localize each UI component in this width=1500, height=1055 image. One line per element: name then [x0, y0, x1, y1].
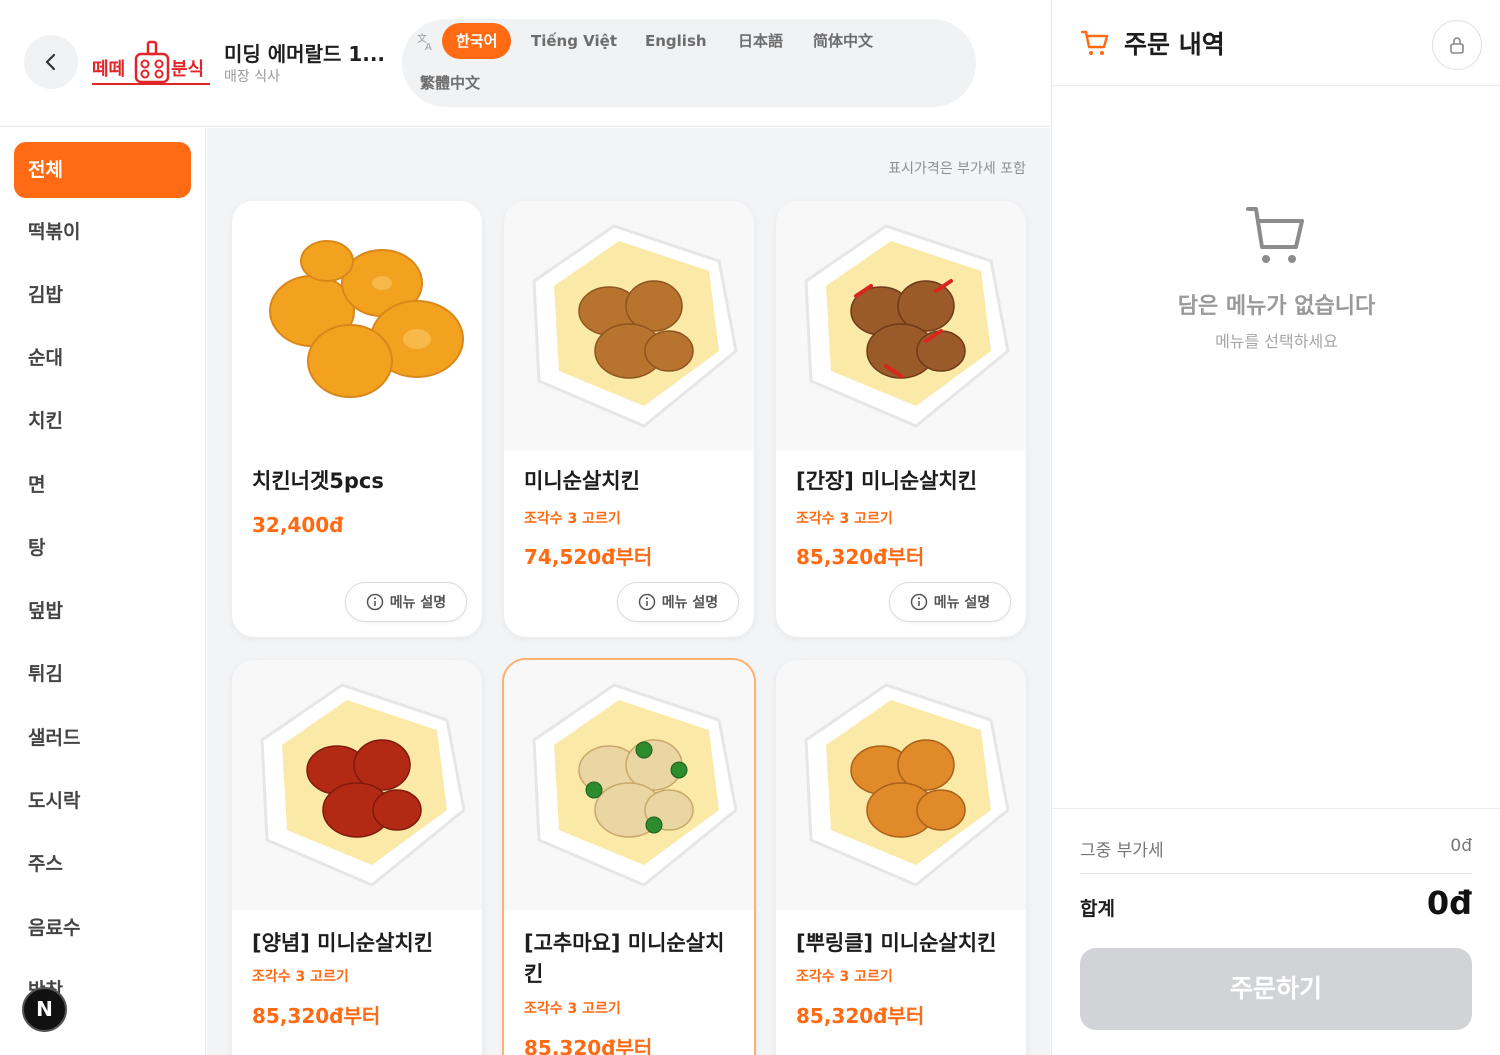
menu-card[interactable]: 치킨너겟5pcs 32,400đ 메뉴 설명: [232, 201, 482, 637]
store-name: 미딩 에머랄드 1...: [224, 42, 386, 66]
category-noodles[interactable]: 면: [14, 457, 191, 513]
back-button[interactable]: [24, 35, 78, 89]
top-header: 떼떼 분식 미딩 에머랄드 1... 매장 식사 文 A 한국어 Tiếng V…: [0, 0, 1050, 127]
menu-description-label: 메뉴 설명: [389, 595, 447, 611]
svg-text:떼떼: 떼떼: [92, 59, 125, 80]
lang-simplified-chinese[interactable]: 简体中文: [799, 23, 887, 59]
floating-nav-button[interactable]: N: [22, 987, 67, 1032]
chicken-nuggets-image: [232, 201, 482, 451]
fried-chicken-seasoned-image: [776, 660, 1026, 910]
empty-cart-subtitle: 메뉴를 선택하세요: [1215, 332, 1338, 351]
menu-item-option: 조각수 3 고르기: [524, 511, 621, 527]
menu-description-label: 메뉴 설명: [661, 595, 719, 611]
order-panel: 주문 내역 담은 메뉴가 없습니다 메뉴를 선택하세요 그중 부가세 0đ 합계…: [1051, 0, 1500, 1055]
menu-item-name: [간장] 미니순살치킨: [796, 469, 978, 493]
category-tteokbokki[interactable]: 떡볶이: [14, 204, 191, 260]
menu-description-label: 메뉴 설명: [933, 595, 991, 611]
language-selector: 文 A 한국어 Tiếng Việt English 日本語 简体中文 繁體中文: [402, 19, 976, 107]
fried-chicken-soy-image: [776, 201, 1026, 451]
category-juice[interactable]: 주스: [14, 836, 191, 892]
menu-item-price: 85,320đ부터: [796, 545, 925, 569]
svg-text:분식: 분식: [171, 59, 204, 80]
menu-card[interactable]: [고추마요] 미니순살치킨 조각수 3 고르기 85,320đ부터: [502, 658, 756, 1055]
category-rice-bowl[interactable]: 덮밥: [14, 583, 191, 639]
menu-item-price: 85,320đ부터: [796, 1004, 925, 1028]
category-all[interactable]: 전체: [14, 142, 191, 198]
lock-button[interactable]: [1432, 20, 1482, 70]
lang-korean[interactable]: 한국어: [442, 23, 512, 59]
menu-item-price: 74,520đ부터: [524, 545, 653, 569]
category-chicken[interactable]: 치킨: [14, 393, 191, 449]
order-button[interactable]: 주문하기: [1080, 948, 1472, 1030]
menu-item-name: [양념] 미니순살치킨: [252, 931, 434, 955]
info-icon: [366, 593, 384, 611]
category-lunchbox[interactable]: 도시락: [14, 773, 191, 829]
menu-item-name: 미니순살치킨: [524, 469, 640, 493]
menu-item-name: [고추마요] 미니순살치킨: [524, 931, 725, 986]
menu-card[interactable]: [간장] 미니순살치킨 조각수 3 고르기 85,320đ부터 메뉴 설명: [776, 201, 1026, 637]
menu-item-name: 치킨너겟5pcs: [252, 469, 384, 493]
cart-icon: [1080, 30, 1109, 55]
total-label: 합계: [1080, 898, 1115, 920]
category-soup[interactable]: 탕: [14, 520, 191, 576]
summary-divider: [1080, 873, 1472, 874]
vat-label: 그중 부가세: [1080, 841, 1164, 861]
vat-value: 0đ: [1450, 836, 1472, 856]
order-panel-header: 주문 내역: [1052, 0, 1500, 86]
fried-chicken-mayo-image: [504, 660, 754, 910]
menu-item-price: 85,320đ부터: [524, 1036, 653, 1055]
menu-item-option: 조각수 3 고르기: [796, 511, 893, 527]
menu-grid: 표시가격은 부가세 포함 치킨너겟5pcs 32,400đ 메뉴 설명 미니순살…: [207, 128, 1050, 1055]
menu-card[interactable]: 미니순살치킨 조각수 3 고르기 74,520đ부터 메뉴 설명: [504, 201, 754, 637]
lang-vietnamese[interactable]: Tiếng Việt: [517, 23, 631, 59]
lang-japanese[interactable]: 日本語: [724, 23, 797, 59]
category-sundae[interactable]: 순대: [14, 330, 191, 386]
dine-type: 매장 식사: [224, 69, 280, 85]
info-icon: [638, 593, 656, 611]
category-sidebar: 전체 떡볶이 김밥 순대 치킨 면 탕 덮밥 튀김 샐러드 도시락 주스 음료수…: [0, 128, 206, 1055]
empty-cart-title: 담은 메뉴가 없습니다: [1177, 294, 1376, 319]
category-gimbap[interactable]: 김밥: [14, 267, 191, 323]
order-summary: [1052, 808, 1500, 809]
category-salad[interactable]: 샐러드: [14, 710, 191, 766]
svg-text:A: A: [425, 42, 432, 51]
store-logo: 떼떼 분식: [92, 40, 210, 85]
info-icon: [910, 593, 928, 611]
empty-cart-icon: [1246, 207, 1304, 263]
menu-card[interactable]: [뿌링클] 미니순살치킨 조각수 3 고르기 85,320đ부터: [776, 660, 1026, 1055]
category-fried[interactable]: 튀김: [14, 646, 191, 702]
menu-item-name: [뿌링클] 미니순살치킨: [796, 931, 997, 955]
menu-item-option: 조각수 3 고르기: [252, 969, 349, 985]
fried-chicken-spicy-image: [232, 660, 482, 910]
category-beverage[interactable]: 음료수: [14, 900, 191, 956]
menu-description-button[interactable]: 메뉴 설명: [889, 582, 1011, 622]
order-panel-title: 주문 내역: [1124, 30, 1225, 59]
menu-item-option: 조각수 3 고르기: [524, 1001, 621, 1017]
menu-description-button[interactable]: 메뉴 설명: [617, 582, 739, 622]
menu-item-price: 85,320đ부터: [252, 1004, 381, 1028]
lang-traditional-chinese[interactable]: 繁體中文: [406, 65, 494, 101]
vat-note: 표시가격은 부가세 포함: [888, 161, 1026, 177]
menu-description-button[interactable]: 메뉴 설명: [345, 582, 467, 622]
chevron-left-icon: [45, 53, 56, 71]
menu-item-price: 32,400đ: [252, 513, 344, 537]
fried-chicken-plain-image: [504, 201, 754, 451]
menu-item-option: 조각수 3 고르기: [796, 969, 893, 985]
total-value: 0đ: [1426, 884, 1472, 922]
lock-icon: [1450, 37, 1464, 54]
menu-card[interactable]: [양념] 미니순살치킨 조각수 3 고르기 85,320đ부터: [232, 660, 482, 1055]
lang-english[interactable]: English: [631, 23, 721, 59]
translate-icon: 文 A: [417, 32, 432, 51]
